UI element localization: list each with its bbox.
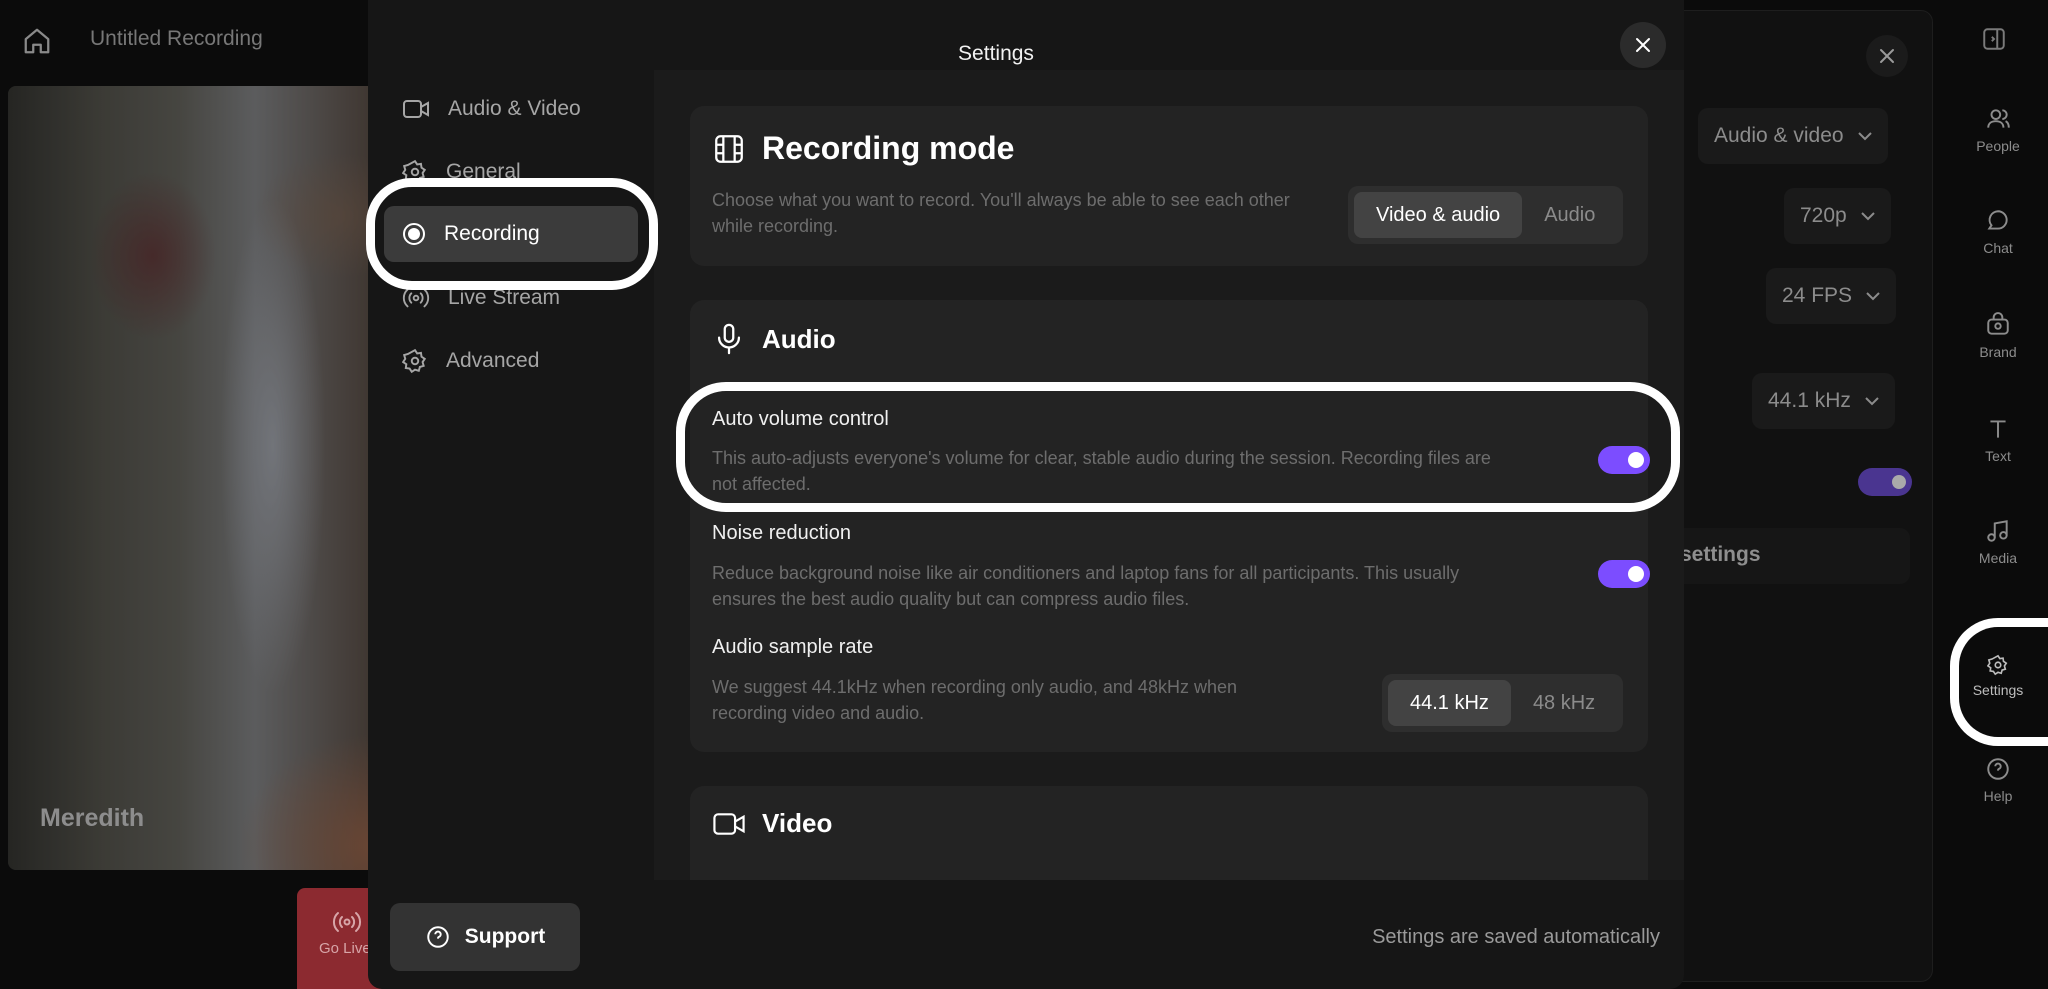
music-icon (1987, 520, 2008, 542)
rail-item-text[interactable]: Text (1948, 416, 2048, 464)
chevron-down-icon (1865, 397, 1879, 406)
video-shade (8, 86, 388, 870)
chevron-down-icon (1866, 292, 1880, 301)
top-bar: Untitled Recording (0, 0, 380, 80)
sample-rate-selector: 44.1 kHz 48 kHz (1382, 674, 1624, 732)
toggle-knob (1892, 475, 1906, 489)
rail-label: Chat (1983, 240, 2013, 256)
participant-name: Meredith (40, 804, 145, 832)
nav-label: Audio & Video (448, 97, 581, 120)
broadcast-icon (332, 910, 362, 934)
sample-rate-label: Audio sample rate (712, 636, 874, 658)
participant-video-tile: Meredith (8, 86, 388, 870)
chevron-down-icon (1861, 212, 1875, 221)
panel-close-button[interactable] (1866, 35, 1908, 77)
people-icon (1987, 109, 2010, 128)
fps-dropdown-value: 24 FPS (1782, 284, 1853, 307)
rail-label: Media (1978, 550, 2018, 566)
rail-item-help[interactable]: Help (1948, 756, 2048, 804)
video-header: Video (712, 808, 832, 839)
audio-card: Audio Auto volume control This auto-adju… (690, 300, 1650, 752)
go-live-label: Go Live (319, 940, 371, 957)
layout-dropdown-value: Audio & video (1714, 124, 1844, 147)
noise-reduction-description: Reduce background noise like air conditi… (712, 563, 1460, 609)
sample-rate-48-button[interactable]: 48 kHz (1511, 680, 1617, 726)
rail-label: Help (1983, 788, 2013, 804)
recording-mode-header: Recording mode (712, 130, 1014, 167)
camera-icon (713, 812, 745, 835)
chat-icon (1987, 210, 2008, 230)
sample-rate-dropdown[interactable]: 44.1 kHz (1752, 373, 1895, 429)
nav-label: Advanced (446, 349, 540, 372)
rail-label: Brand (1979, 344, 2017, 360)
resolution-dropdown-value: 720p (1800, 204, 1847, 227)
help-icon (427, 926, 449, 948)
video-title: Video (762, 808, 833, 838)
nav-item-audio-video[interactable]: Audio & Video (384, 81, 654, 137)
highlight-auto-volume (676, 382, 1680, 512)
sample-rate-dropdown-value: 44.1 kHz (1768, 389, 1851, 412)
recording-mode-selector: Video & audio Audio (1348, 186, 1624, 244)
fps-dropdown[interactable]: 24 FPS (1766, 268, 1897, 324)
close-icon (1636, 38, 1650, 52)
help-icon (1987, 758, 2009, 780)
audio-title: Audio (762, 323, 836, 354)
rail-label: People (1976, 138, 2020, 154)
app-root: Untitled Recording Meredith Go Live Audi… (0, 0, 2048, 989)
chevron-down-icon (1857, 132, 1872, 141)
text-icon (1990, 420, 2006, 438)
rail-item-people[interactable]: People (1948, 106, 2048, 154)
noise-reduction-label: Noise reduction (712, 522, 851, 544)
microphone-icon (717, 323, 741, 355)
recording-mode-card: Recording mode Choose what you want to r… (690, 106, 1648, 266)
right-rail: People Chat Brand Text Media Settings He… (1948, 0, 2048, 989)
film-icon (715, 134, 743, 163)
camera-icon (403, 100, 429, 118)
support-button[interactable]: Support (390, 903, 580, 971)
recording-title[interactable]: Untitled Recording (90, 27, 263, 51)
rail-item-brand[interactable]: Brand (1948, 312, 2048, 360)
recording-mode-title: Recording mode (762, 130, 1015, 166)
resolution-dropdown[interactable]: 720p (1784, 188, 1891, 244)
brand-icon (1987, 312, 2009, 335)
highlight-recording-nav (366, 178, 658, 290)
home-icon[interactable] (22, 26, 52, 56)
highlight-settings-rail (1950, 618, 2048, 746)
layout-dropdown[interactable]: Audio & video (1698, 108, 1888, 164)
rail-label: Text (1985, 448, 2011, 464)
noise-reduction-toggle[interactable] (1598, 560, 1650, 588)
sample-rate-44-button[interactable]: 44.1 kHz (1388, 680, 1511, 726)
toggle-knob (1628, 566, 1644, 582)
sample-rate-description: We suggest 44.1kHz when recording only a… (712, 677, 1237, 723)
modal-close-button[interactable] (1620, 22, 1666, 68)
modal-title: Settings (958, 42, 1034, 65)
gear-icon (402, 348, 427, 374)
support-label: Support (464, 925, 546, 948)
video-card: Video (690, 786, 1648, 880)
nav-item-advanced[interactable]: Advanced (384, 333, 654, 389)
rail-item-chat[interactable]: Chat (1948, 208, 2048, 256)
background-toggle[interactable] (1858, 468, 1912, 496)
settings-saved-note: Settings are saved automatically (1372, 926, 1660, 948)
audio-header: Audio (712, 322, 836, 356)
more-settings-link[interactable]: settings (1670, 528, 1910, 584)
mode-audio-button[interactable]: Audio (1522, 192, 1617, 238)
mode-video-audio-button[interactable]: Video & audio (1354, 192, 1523, 238)
recording-mode-description: Choose what you want to record. You'll a… (712, 190, 1290, 236)
rail-item-media[interactable]: Media (1948, 518, 2048, 566)
